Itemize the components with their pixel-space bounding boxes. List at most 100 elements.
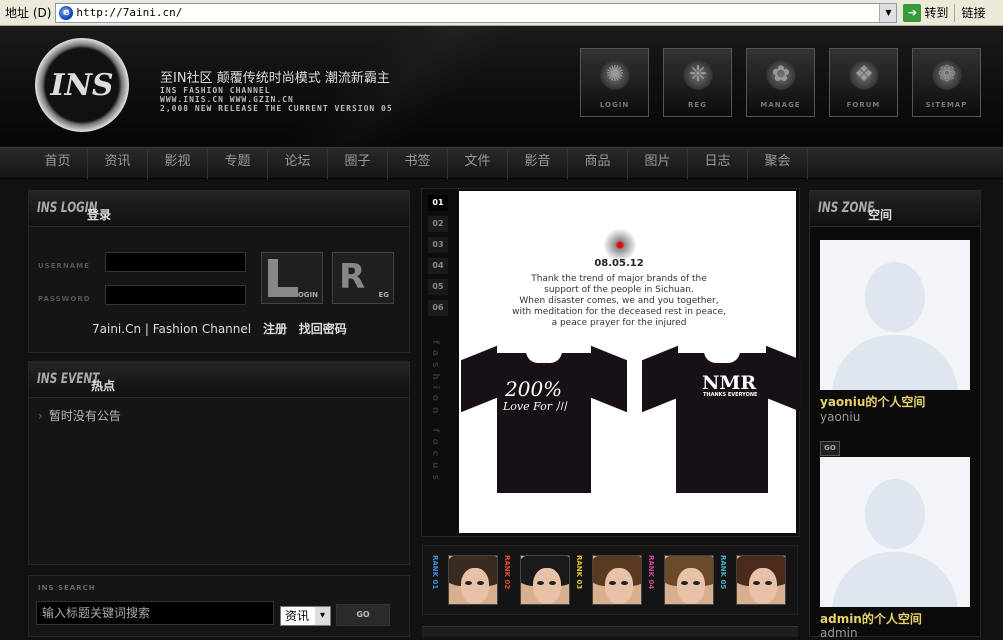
zone-avatar-2[interactable]	[820, 457, 970, 607]
nav-item[interactable]: 日志	[688, 148, 748, 179]
username-input[interactable]	[105, 252, 246, 272]
feature-tab[interactable]: 02	[428, 216, 448, 232]
tshirt-front	[461, 345, 627, 493]
rank-label: RANK 02	[503, 555, 511, 590]
feature-vertical-label: fashion focus	[430, 340, 440, 486]
rank-avatar[interactable]	[520, 555, 570, 605]
zone-title-2[interactable]: admin的个人空间	[820, 610, 922, 627]
search-category-select[interactable]: 资讯	[280, 606, 331, 626]
login-panel-header: INS LOGIN 登录	[29, 191, 409, 227]
register-link[interactable]: 注册	[263, 322, 287, 336]
address-label: 地址 (D)	[5, 6, 52, 20]
event-item[interactable]: 暂时没有公告	[38, 407, 121, 424]
toolbar-divider	[954, 3, 956, 22]
search-input[interactable]: 输入标题关键词搜索	[36, 601, 274, 625]
nav-item[interactable]: 聚会	[748, 148, 808, 179]
feature-tab[interactable]: 03	[428, 237, 448, 253]
nav-item[interactable]: 文件	[448, 148, 508, 179]
sitemap-top-label: SITEMAP	[925, 101, 968, 109]
sub-line-3: 2,008 NEW RELEASE THE CURRENT VERSION 05	[160, 104, 393, 113]
address-url[interactable]: http://7aini.cn/	[76, 6, 182, 19]
reg-top-label: REG	[688, 101, 707, 109]
go-button[interactable]: ➔ 转到	[903, 3, 949, 22]
login-button[interactable]: OGIN	[261, 252, 323, 304]
manage-top-button[interactable]: ✿ MANAGE	[746, 48, 815, 117]
register-button[interactable]: R EG	[332, 252, 394, 304]
manage-top-label: MANAGE	[760, 101, 801, 109]
rank-avatar[interactable]	[664, 555, 714, 605]
login-icon: ✺	[598, 58, 632, 92]
username-label: USERNAME	[38, 262, 90, 270]
rank-label: RANK 05	[719, 555, 727, 590]
login-title-cn: 登录	[87, 208, 112, 222]
nav-item[interactable]: 商品	[568, 148, 628, 179]
zone-panel-header: INS ZONE 空间	[810, 191, 980, 227]
search-go-button[interactable]: GO	[336, 604, 390, 626]
login-button-label: OGIN	[297, 291, 318, 299]
feature-tab[interactable]: 05	[428, 279, 448, 295]
password-input[interactable]	[105, 285, 246, 305]
zone-title-cn: 空间	[868, 208, 893, 222]
feature-tab[interactable]: 04	[428, 258, 448, 274]
rank-avatar[interactable]	[592, 555, 642, 605]
shirt1-sub: Love For 川	[503, 400, 567, 413]
links-button[interactable]: 链接	[961, 4, 985, 21]
recover-password-link[interactable]: 找回密码	[299, 322, 347, 336]
zone-user-1[interactable]: yaoniu	[820, 410, 860, 424]
shirt2-title: NMR	[702, 372, 757, 394]
event-panel-header: INS EVENT 热点	[29, 362, 409, 398]
rank-bar: RANK 01 RANK 02 RANK 03 RANK 04 RANK 05	[422, 545, 798, 615]
nav-item[interactable]: 书签	[388, 148, 448, 179]
rank-avatar[interactable]	[736, 555, 786, 605]
site-link[interactable]: 7aini.Cn | Fashion Channel	[92, 322, 251, 336]
feature-text: Thank the trend of major brands of the su…	[469, 274, 769, 329]
event-title-en: INS EVENT	[37, 371, 100, 387]
feature-tab[interactable]: 06	[428, 300, 448, 316]
feature-text-line: support of the people in Sichuan.	[544, 285, 694, 295]
nav-item[interactable]: 专题	[208, 148, 268, 179]
bottom-panel-header	[422, 626, 798, 637]
nav-item[interactable]: 影视	[148, 148, 208, 179]
red-dot-icon	[604, 229, 636, 261]
nav-item[interactable]: 论坛	[268, 148, 328, 179]
forum-top-button[interactable]: ❖ FORUM	[829, 48, 898, 117]
feature-tab[interactable]: 01	[428, 195, 448, 211]
logo-text: INS	[50, 67, 114, 103]
nav-item[interactable]: 首页	[28, 148, 88, 179]
zone-user-2[interactable]: admin	[820, 626, 858, 640]
password-label: PASSWORD	[38, 295, 91, 303]
site-logo[interactable]: INS	[35, 38, 129, 132]
forum-icon: ❖	[847, 58, 881, 92]
nav-item[interactable]: 圈子	[328, 148, 388, 179]
address-dropdown-icon[interactable]: ▼	[879, 3, 897, 22]
zone-title-1[interactable]: yaoniu的个人空间	[820, 393, 925, 410]
zone-go-button[interactable]: GO	[820, 441, 840, 456]
login-top-button[interactable]: ✺ LOGIN	[580, 48, 649, 117]
login-top-label: LOGIN	[599, 101, 630, 109]
rank-label: RANK 01	[431, 555, 439, 590]
feature-text-line: with meditation for the deceased rest in…	[512, 307, 726, 317]
go-arrow-icon: ➔	[903, 3, 922, 22]
search-title: INS SEARCH	[38, 584, 96, 592]
zone-avatar-1[interactable]	[820, 240, 970, 390]
sitemap-icon: ❁	[930, 58, 964, 92]
register-button-label: EG	[378, 291, 389, 299]
ie-page-icon: e	[59, 5, 74, 20]
site-header: INS 至IN社区 颠覆传统时尚模式 潮流新霸主 INS FASHION CHA…	[0, 26, 1003, 146]
nav-item[interactable]: 资讯	[88, 148, 148, 179]
sitemap-top-button[interactable]: ❁ SITEMAP	[912, 48, 981, 117]
zone-title-en: INS ZONE	[818, 200, 875, 216]
nav-item[interactable]: 图片	[628, 148, 688, 179]
event-title-cn: 热点	[91, 379, 116, 393]
nav-item[interactable]: 影音	[508, 148, 568, 179]
feature-text-line: a peace prayer for the injured	[551, 318, 687, 328]
rank-avatar[interactable]	[448, 555, 498, 605]
address-input[interactable]: e http://7aini.cn/ ▼	[55, 2, 898, 23]
site-slogan: 至IN社区 颠覆传统时尚模式 潮流新霸主	[160, 71, 390, 86]
go-label: 转到	[924, 6, 949, 20]
sub-line-1: INS FASHION CHANNEL	[160, 86, 271, 95]
reg-top-button[interactable]: ❈ REG	[663, 48, 732, 117]
forum-top-label: FORUM	[846, 101, 881, 109]
feature-text-line: When disaster comes, we and you together…	[519, 296, 719, 306]
reg-icon: ❈	[681, 58, 715, 92]
